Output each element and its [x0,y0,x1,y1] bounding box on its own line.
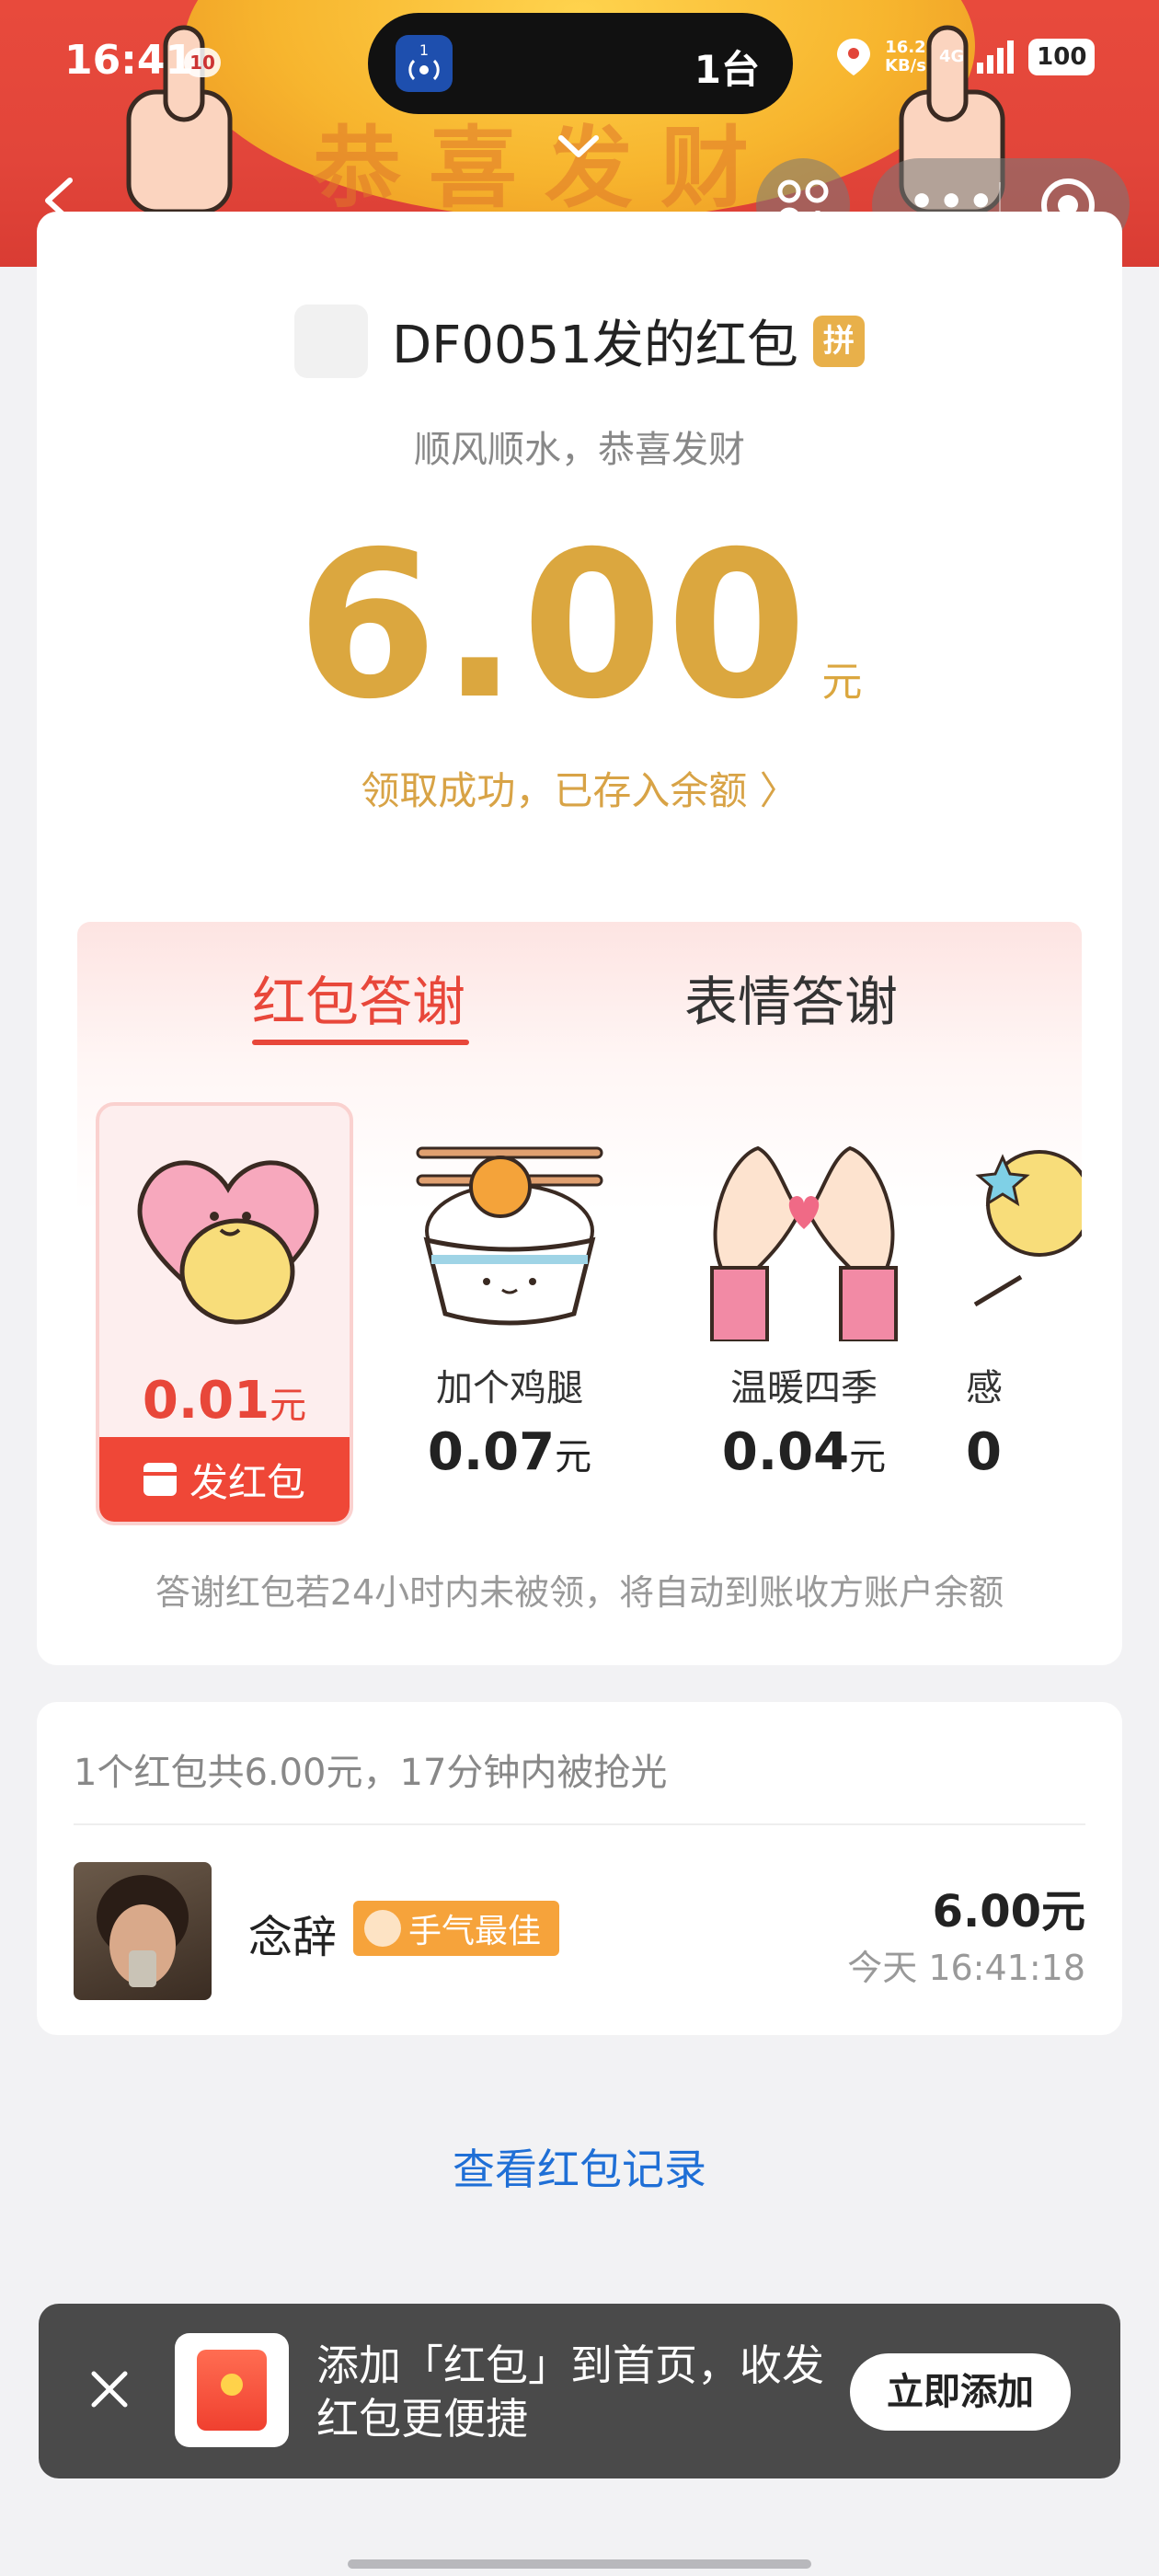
gift-name: 感 [966,1367,1003,1409]
send-red-packet-button[interactable]: 发红包 [99,1437,350,1522]
rice-bowl-icon [416,1146,603,1326]
add-now-button[interactable]: 立即添加 [850,2353,1071,2431]
gift-option-chicken-leg[interactable]: 加个鸡腿 0.07元 [381,1102,638,1525]
toast-message: 添加「红包」到首页，收发红包更便捷 [316,2340,824,2444]
amount-unit: 元 [821,659,863,706]
received-amount: 6.00 [296,508,811,743]
gift-option-partial[interactable]: 感 0 [966,1102,1082,1525]
tab-red-packet-thanks[interactable]: 红包答谢 [252,959,465,1036]
gift-option-hug[interactable]: 0.01元 发红包 [96,1102,353,1525]
battery-indicator: 100 [1028,39,1096,75]
heart-hug-icon [137,1160,319,1325]
tab-sticker-thanks[interactable]: 表情答谢 [684,959,898,1036]
send-label: 发红包 [189,1459,305,1505]
envelope-icon [143,1463,177,1496]
gift-price: 0.01元 [142,1371,307,1431]
notification-badge: 10 [184,48,221,77]
avatar[interactable] [74,1862,212,2000]
status-indicators: 16.2 KB/s 4G 100 [835,37,1096,77]
home-indicator[interactable] [348,2559,811,2569]
net-speed: 16.2 KB/s [885,38,926,75]
status-bar: 16:41 10 1 1台 16.2 KB/s 4G 100 [0,0,1159,120]
gift-option-warm-seasons[interactable]: 温暖四季 0.04元 [675,1102,933,1525]
claim-status-link[interactable]: 领取成功，已存入余额 〉 [37,760,1122,816]
nfc-app-icon: 1 [396,35,453,92]
records-summary: 1个红包共6.00元，17分钟内被抢光 [74,1752,668,1794]
records-card: 1个红包共6.00元，17分钟内被抢光 念辞 手气最佳 6.00元 今天 16:… [37,1702,1122,2035]
thanks-panel: 红包答谢 表情答谢 0.01元 发红包 加个鸡腿 0.07元 温暖四季 0.04… [77,922,1082,1566]
recipient-amount: 6.00元 [932,1886,1085,1938]
star-wand-icon [973,1150,1082,1307]
red-packet-app-icon [175,2333,289,2447]
pin-badge: 拼 [812,315,865,367]
gift-price: 0.07元 [427,1422,592,1482]
sender-avatar[interactable] [294,304,369,378]
recipient-name: 念辞 [248,1912,338,1963]
sender-name: DF0051发的红包 [392,316,798,375]
view-records-link[interactable]: 查看红包记录 [0,2136,1159,2197]
divider [74,1823,1085,1825]
wave-hand-icon [364,1910,401,1947]
island-app-badge: 1 [419,41,429,59]
status-time: 16:41 [64,37,194,84]
location-icon [837,39,870,75]
sender-row: DF0051发的红包 拼 [37,304,1122,378]
close-icon[interactable] [86,2366,132,2412]
blessing-text: 顺风顺水，恭喜发财 [414,429,745,471]
chevron-down-icon[interactable] [556,129,602,166]
hand-heart-icon [710,1145,898,1341]
best-luck-badge: 手气最佳 [353,1901,560,1956]
gift-name: 加个鸡腿 [436,1367,583,1409]
active-tab-indicator [252,1040,469,1045]
gift-name: 温暖四季 [730,1367,878,1409]
red-packet-card: DF0051发的红包 拼 顺风顺水，恭喜发财 6.00 元 领取成功，已存入余额 … [37,212,1122,1665]
gift-price: 0.04元 [721,1422,887,1482]
recipient-time: 今天 16:41:18 [847,1948,1085,1988]
add-to-home-toast: 添加「红包」到首页，收发红包更便捷 立即添加 [39,2304,1120,2478]
thanks-note: 答谢红包若24小时内未被领，将自动到账收方账户余额 [155,1572,1004,1613]
dynamic-island[interactable]: 1 1台 [368,13,793,114]
amount-row: 6.00 元 [37,524,1122,727]
network-type: 4G [938,47,965,66]
signal-icon [977,40,1015,74]
island-text: 1台 [694,47,760,92]
gift-price: 0 [966,1422,1002,1482]
